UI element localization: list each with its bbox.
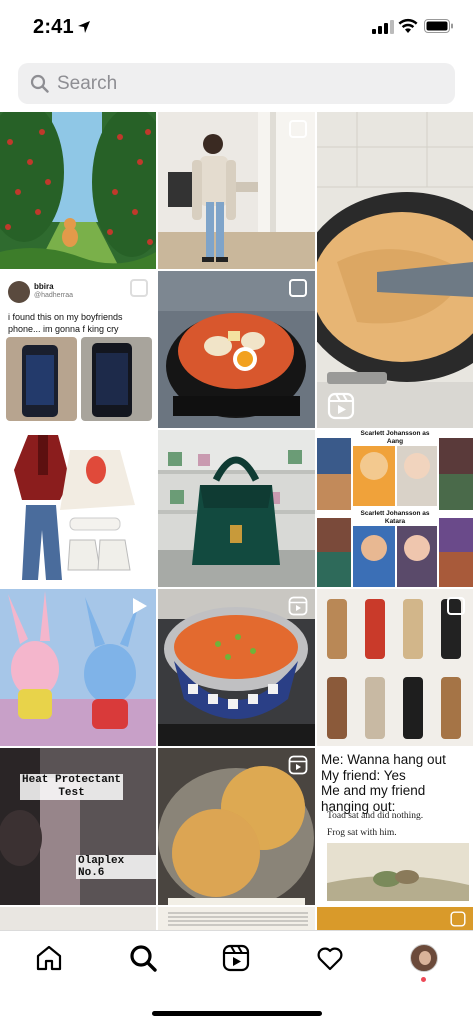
tab-reels[interactable]: [221, 943, 251, 973]
grid-post-outfit[interactable]: [0, 430, 156, 587]
grid-post-partial-3[interactable]: [317, 907, 473, 930]
multiple-photos-icon: [447, 597, 465, 615]
status-time: 2:41: [33, 16, 74, 38]
bottom-tab-bar: [0, 930, 473, 1024]
battery-icon: [424, 19, 453, 33]
grid-post-partial-2[interactable]: [158, 907, 315, 930]
location-arrow-icon: [78, 21, 90, 33]
grid-post-mirror-selfie[interactable]: [158, 112, 315, 269]
reels-icon: [327, 392, 355, 420]
grid-post-outfit-grid[interactable]: [317, 589, 473, 746]
grid-post-pan-cooking[interactable]: [317, 112, 473, 428]
collage-label-katara: Scarlett Johansson as Katara: [353, 510, 437, 526]
multiple-photos-icon: [289, 120, 307, 138]
grid-post-heat-test[interactable]: Heat Protectant Test Olaplex No.6: [0, 748, 156, 905]
grid-post-stew[interactable]: [158, 271, 315, 428]
search-bar[interactable]: Search: [18, 63, 455, 104]
grid-post-cartoon[interactable]: [0, 589, 156, 746]
tab-search[interactable]: [128, 943, 158, 973]
notification-dot: [421, 977, 426, 982]
home-icon: [36, 945, 62, 971]
cellular-signal-icon: [372, 20, 394, 34]
wifi-icon: [398, 18, 418, 33]
reels-icon: [288, 596, 308, 616]
tweet-name: bbira: [34, 282, 54, 291]
heat-caption: Heat Protectant Test: [20, 774, 124, 800]
tweet-images: [6, 337, 152, 421]
avatar-face: [419, 951, 431, 965]
reels-icon: [450, 911, 466, 927]
status-bar: 2:41: [0, 0, 473, 56]
meme-illustration: [327, 843, 469, 901]
grid-post-tweet[interactable]: bbira @hadherraa i found this on my boyf…: [0, 271, 156, 428]
olaplex-caption: Olaplex No.6: [76, 855, 156, 879]
reels-icon: [222, 944, 250, 972]
multiple-photos-icon: [130, 279, 148, 297]
tweet-avatar: [8, 281, 30, 303]
profile-avatar[interactable]: [410, 944, 438, 972]
grid-post-forest-cat[interactable]: [0, 112, 156, 269]
grid-post-handbag[interactable]: [158, 430, 315, 587]
tab-activity[interactable]: [315, 943, 345, 973]
search-placeholder[interactable]: Search: [57, 73, 117, 95]
tab-home[interactable]: [34, 943, 64, 973]
explore-grid: bbira @hadherraa i found this on my boyf…: [0, 112, 473, 930]
meme-line-1: Toad sat and did nothing.: [327, 811, 424, 821]
collage-label-aang: Scarlett Johansson as Aang: [353, 430, 437, 446]
meme-text: Me: Wanna hang out My friend: Yes Me and…: [321, 752, 446, 814]
grid-post-meme[interactable]: Me: Wanna hang out My friend: Yes Me and…: [317, 748, 473, 905]
search-icon: [130, 945, 157, 972]
multiple-photos-icon: [289, 279, 307, 297]
meme-line-2: Frog sat with him.: [327, 828, 397, 838]
tweet-handle: @hadherraa: [34, 292, 74, 299]
search-icon: [30, 74, 49, 93]
grid-post-soup-bowl[interactable]: [158, 589, 315, 746]
reels-icon: [288, 755, 308, 775]
tweet-text: i found this on my boyfriends phone... i…: [8, 312, 123, 334]
grid-post-character-collage[interactable]: Scarlett Johansson as Aang Scarlett Joha…: [317, 430, 473, 587]
home-indicator: [152, 1011, 322, 1016]
video-play-icon: [133, 598, 147, 614]
grid-post-sesame-balls[interactable]: [158, 748, 315, 905]
heart-icon: [317, 947, 343, 971]
grid-post-partial-1[interactable]: [0, 907, 156, 930]
